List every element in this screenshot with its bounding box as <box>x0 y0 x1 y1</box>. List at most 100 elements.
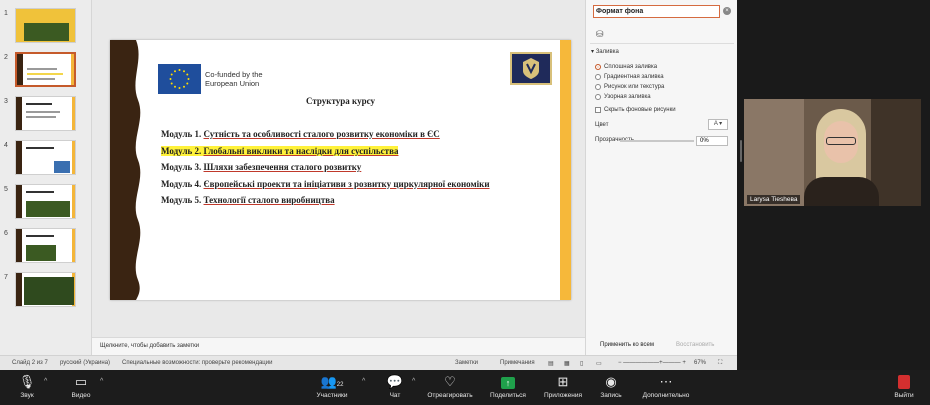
divider <box>590 43 734 44</box>
module-item: Модуль 3. Шляхи забезпечення сталого роз… <box>161 162 362 172</box>
thumbnail-row[interactable]: 4 <box>0 140 92 180</box>
slide-editor[interactable]: Co-funded by the European Union Структур… <box>92 0 585 337</box>
thumbnail-number: 1 <box>4 10 8 17</box>
solid-fill-option[interactable]: Сплошная заливка <box>595 64 657 70</box>
close-icon[interactable]: × <box>723 7 731 15</box>
module-item-highlighted: Модуль 2. Глобальні виклики та наслідки … <box>161 145 399 156</box>
more-button[interactable]: ⋯ Дополнительно <box>636 372 696 399</box>
slide-title: Структура курсу <box>306 96 375 106</box>
powerpoint-window: 1 2 3 4 5 6 7 Co-funded by the European … <box>0 0 737 370</box>
sorter-view-icon[interactable]: ▦ <box>564 360 570 367</box>
more-icon: ⋯ <box>659 374 673 389</box>
eu-text-line1: Co-funded by the <box>205 70 263 79</box>
meeting-toolbar: 🎙 Звук ^ ▭ Видео ^ 👥22 Участники ^ 💬 Чат… <box>0 370 930 405</box>
slide-thumbnail[interactable] <box>15 228 76 263</box>
slide-thumbnail[interactable] <box>15 140 76 175</box>
video-panel: Larysa Tieshева <box>737 0 930 370</box>
share-arrow-icon: ↑ <box>501 377 515 389</box>
apps-icon: ⊞ <box>557 374 569 389</box>
thumbnail-number: 2 <box>4 54 8 61</box>
module-item: Модуль 4. Європейські проекти та ініціат… <box>161 178 490 189</box>
participant-video-tile[interactable]: Larysa Tieshева <box>744 99 921 206</box>
exit-button[interactable]: Выйти <box>890 372 918 399</box>
accessibility-status[interactable]: Специальные возможности: проверьте реком… <box>122 360 272 366</box>
hide-background-checkbox[interactable]: Скрыть фоновые рисунки <box>595 107 676 113</box>
transparency-input[interactable]: 0% <box>696 136 728 146</box>
zoom-slider[interactable]: − ——————+——— + <box>618 360 686 366</box>
reset-background-button[interactable]: Восстановить <box>676 342 714 348</box>
chevron-up-icon[interactable]: ^ <box>44 378 47 385</box>
gradient-fill-option[interactable]: Градиентная заливка <box>595 74 664 80</box>
fill-section-header[interactable]: ▾ Заливка <box>591 48 619 55</box>
thumbnail-number: 7 <box>4 274 8 281</box>
thumbnail-row[interactable]: 3 <box>0 96 92 136</box>
paint-bucket-icon[interactable]: ⛁ <box>596 29 610 41</box>
slide-counter: Слайд 2 из 7 <box>12 360 48 366</box>
thumbnail-number: 6 <box>4 230 8 237</box>
module-item: Модуль 1. Сутність та особливості сталог… <box>161 129 440 139</box>
eu-cofunded-text: Co-funded by the European Union <box>205 70 263 88</box>
language-indicator[interactable]: русский (Украина) <box>60 360 110 366</box>
color-label: Цвет <box>595 122 609 128</box>
normal-view-icon[interactable]: ▤ <box>548 360 554 367</box>
checkbox-icon[interactable] <box>595 107 601 113</box>
thumbnail-row[interactable]: 5 <box>0 184 92 224</box>
thumbnail-row[interactable]: 1 <box>0 8 92 48</box>
thumbnail-row[interactable]: 2 <box>0 52 92 92</box>
thumbnail-row[interactable]: 6 <box>0 228 92 268</box>
slideshow-icon[interactable]: ▭ <box>596 360 602 367</box>
decorative-bar <box>560 40 571 300</box>
pane-title: Формат фона <box>593 5 720 18</box>
participant-name: Larysa Tieshева <box>747 195 801 204</box>
chevron-up-icon[interactable]: ^ <box>362 378 365 385</box>
pattern-fill-option[interactable]: Узорная заливка <box>595 94 651 100</box>
exit-icon <box>898 375 910 389</box>
transparency-slider[interactable] <box>620 140 694 142</box>
thumbnail-number: 4 <box>4 142 8 149</box>
chat-button[interactable]: 💬 Чат <box>382 372 408 399</box>
thumbnail-row[interactable]: 7 <box>0 272 92 312</box>
radio-selected-icon[interactable] <box>595 64 601 70</box>
slide-thumbnail[interactable] <box>15 272 76 307</box>
audio-button[interactable]: 🎙 Звук <box>14 372 40 399</box>
notes-placeholder[interactable]: Щелкните, чтобы добавить заметки <box>92 337 585 355</box>
slide-thumbnail[interactable] <box>15 8 76 43</box>
record-icon: ◉ <box>605 374 617 389</box>
microphone-icon: 🎙 <box>18 374 36 389</box>
reading-view-icon[interactable]: ▯ <box>580 360 583 367</box>
comments-toggle[interactable]: Примечания <box>500 360 535 366</box>
eu-text-line2: European Union <box>205 79 260 88</box>
slide-thumbnails-panel[interactable]: 1 2 3 4 5 6 7 <box>0 0 92 355</box>
camera-icon: ▭ <box>74 374 88 389</box>
slide-thumbnail-active[interactable] <box>15 52 76 87</box>
apply-to-all-button[interactable]: Применить ко всем <box>600 342 654 348</box>
status-bar: Слайд 2 из 7 русский (Украина) Специальн… <box>0 355 737 370</box>
current-slide[interactable]: Co-funded by the European Union Структур… <box>110 40 571 300</box>
color-picker-button[interactable]: A ▾ <box>708 119 728 130</box>
radio-icon[interactable] <box>595 84 601 90</box>
react-button[interactable]: ♡ Отреагировать <box>424 372 476 399</box>
screen: 1 2 3 4 5 6 7 Co-funded by the European … <box>0 0 930 405</box>
module-list: Модуль 1. Сутність та особливості сталог… <box>161 127 490 210</box>
share-button[interactable]: ↑ Поделиться <box>486 372 530 399</box>
panel-resize-handle[interactable] <box>740 140 742 162</box>
zoom-level[interactable]: 67% <box>694 360 706 366</box>
chat-icon: 💬 <box>386 374 404 389</box>
picture-fill-option[interactable]: Рисунок или текстура <box>595 84 664 90</box>
apps-button[interactable]: ⊞ Приложения <box>540 372 586 399</box>
radio-icon[interactable] <box>595 74 601 80</box>
thumbnail-number: 5 <box>4 186 8 193</box>
notes-toggle[interactable]: Заметки <box>455 360 478 366</box>
record-button[interactable]: ◉ Запись <box>596 372 626 399</box>
slide-thumbnail[interactable] <box>15 96 76 131</box>
video-button[interactable]: ▭ Видео <box>66 372 96 399</box>
eu-flag-icon <box>158 64 201 94</box>
fit-to-window-icon[interactable]: ⛶ <box>718 360 722 367</box>
participants-button[interactable]: 👥22 Участники <box>310 372 354 399</box>
module-item: Модуль 5. Технології сталого виробництва <box>161 195 335 205</box>
slide-thumbnail[interactable] <box>15 184 76 219</box>
chevron-up-icon[interactable]: ^ <box>100 378 103 385</box>
university-logo-icon <box>510 52 552 85</box>
chevron-up-icon[interactable]: ^ <box>412 378 415 385</box>
radio-icon[interactable] <box>595 94 601 100</box>
